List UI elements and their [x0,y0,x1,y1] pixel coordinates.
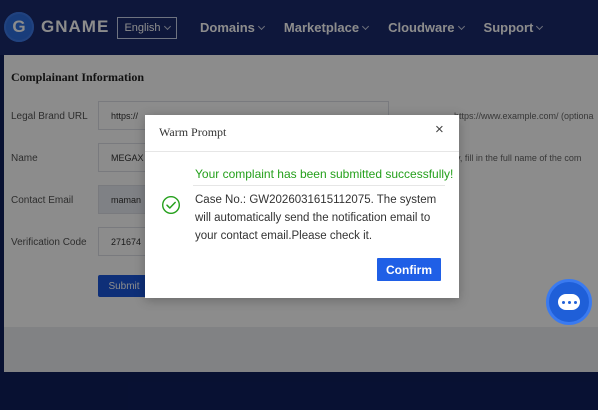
case-number-text: Case No.: GW2026031615112075. The system… [195,194,437,242]
close-icon[interactable]: × [435,122,444,137]
message-divider [193,185,445,186]
warm-prompt-dialog: Warm Prompt × Your complaint has been su… [145,115,459,298]
check-circle-icon [161,195,181,215]
dialog-divider [145,151,459,152]
confirm-button[interactable]: Confirm [377,258,441,281]
chat-support-button[interactable] [546,279,592,325]
dialog-title: Warm Prompt [159,125,227,139]
success-message: Your complaint has been submitted succes… [195,167,454,181]
chat-bubble-icon [558,294,580,310]
